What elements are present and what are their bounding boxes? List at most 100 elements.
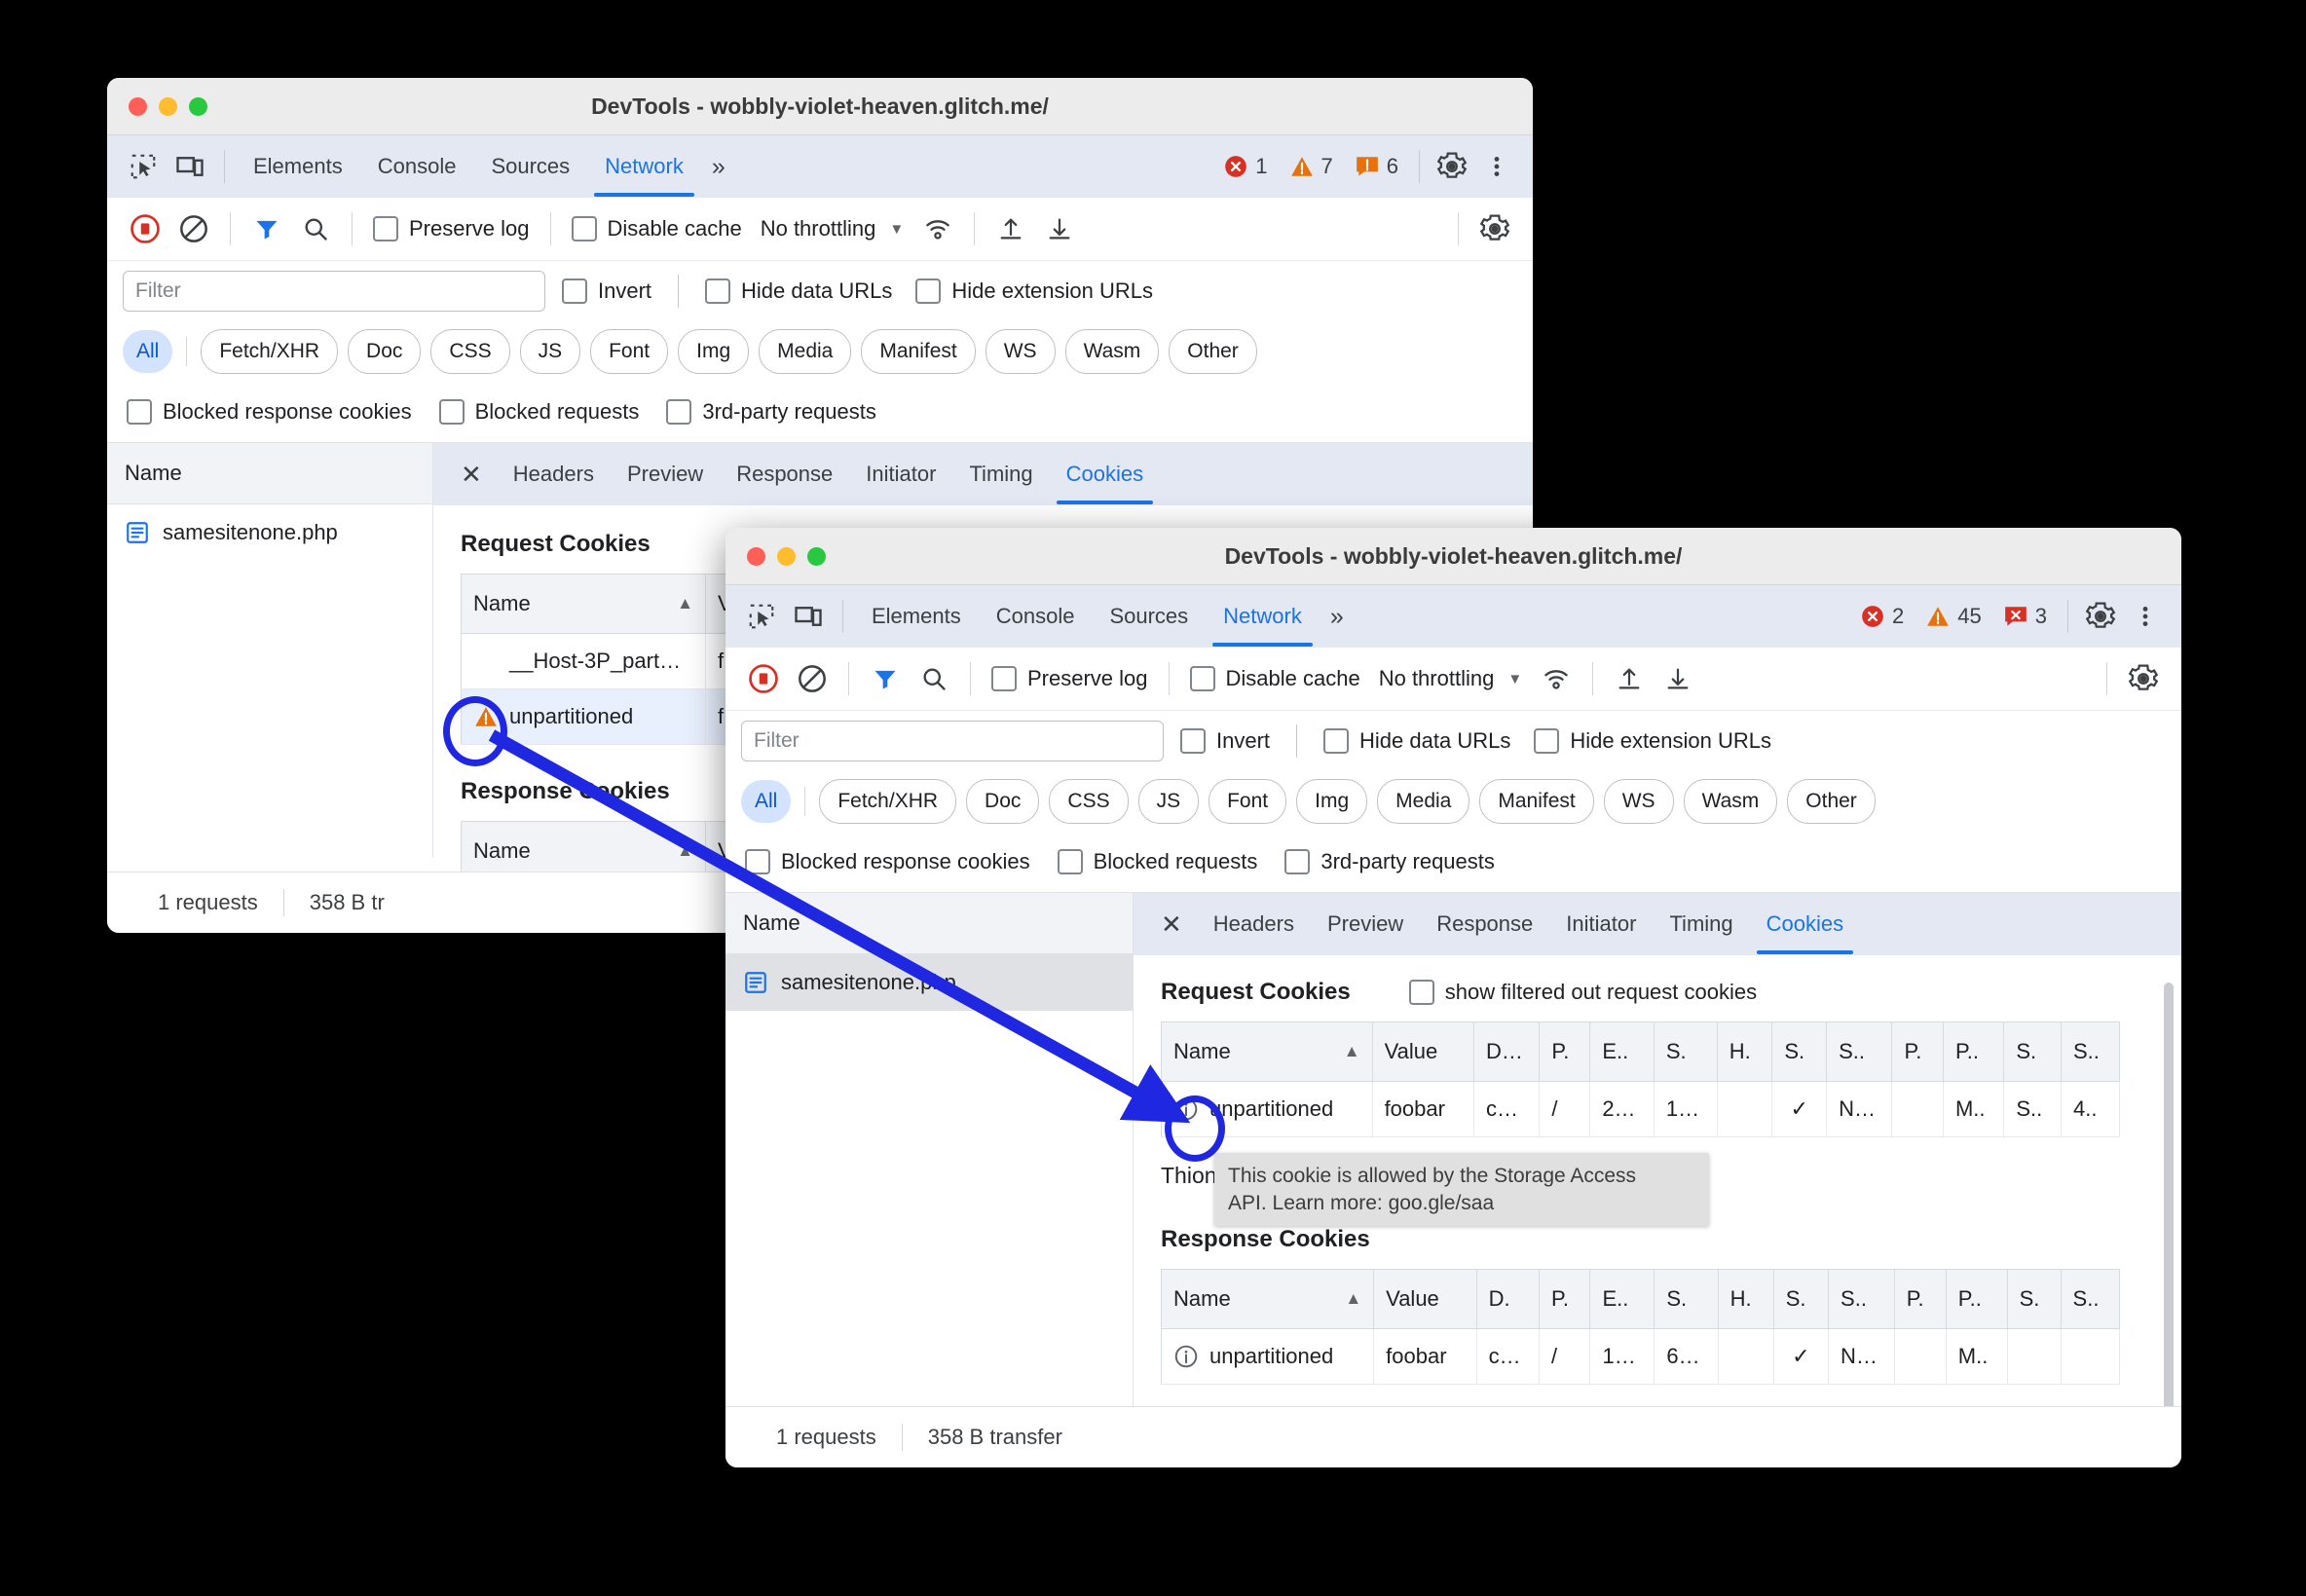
window2-traffic-lights[interactable]	[725, 546, 826, 566]
col-value-1[interactable]: Value	[1373, 1269, 1477, 1329]
network-conditions-icon[interactable]	[1534, 656, 1579, 701]
window2-devtools-tabbar[interactable]: Elements Console Sources Network » 2 45 …	[725, 585, 2181, 648]
detail-tab-initiator[interactable]: Initiator	[850, 444, 951, 504]
export-har-download-icon[interactable]	[1655, 656, 1700, 701]
checkbox-box[interactable]	[1284, 849, 1311, 874]
window2-extra-filters-row[interactable]: Blocked response cookies Blocked requests…	[725, 832, 2181, 893]
device-toolbar-icon[interactable]	[786, 594, 831, 639]
window2-network-toolbar[interactable]: Preserve log Disable cache No throttling…	[725, 648, 2181, 711]
col-s-8[interactable]: S..	[1828, 1269, 1895, 1329]
resource-type-chip-doc[interactable]: Doc	[348, 329, 422, 374]
inspect-element-icon[interactable]	[121, 144, 166, 189]
col-name[interactable]: Name ▲	[461, 574, 706, 634]
more-options-kebab-icon[interactable]	[1474, 144, 1519, 189]
detail-tab-headers[interactable]: Headers	[498, 444, 610, 504]
col-s-8[interactable]: S..	[1826, 1021, 1893, 1082]
more-tabs-chevron-icon[interactable]: »	[1320, 603, 1354, 631]
window1-resource-type-chips[interactable]: All Fetch/XHR Doc CSS JS Font Img Media Manifest…	[107, 321, 1533, 382]
col-p-10[interactable]: P..	[1943, 1021, 2005, 1082]
chevron-down-icon[interactable]: ▼	[889, 221, 904, 238]
import-har-upload-icon[interactable]	[988, 206, 1033, 251]
minimize-window-button[interactable]	[159, 96, 177, 116]
window1-filter-row[interactable]: Filter Invert Hide data URLs Hide extens…	[107, 261, 1533, 321]
col-s-12[interactable]: S..	[2061, 1269, 2121, 1329]
resource-type-chip-img[interactable]: Img	[678, 329, 750, 374]
table-row[interactable]: unpartitioned foobar c…/2… 1… ✓ N… M.. S.. 4..	[1161, 1081, 2121, 1137]
col-s-11[interactable]: S.	[2003, 1021, 2062, 1082]
hide-extension-urls-checkbox[interactable]: Hide extension URLs	[909, 278, 1160, 304]
window1-detail-tabs[interactable]: ✕ Headers Preview Response Initiator Timing Co…	[433, 443, 1533, 505]
device-toolbar-icon[interactable]	[167, 144, 212, 189]
issue-count-group[interactable]: 6	[1344, 154, 1409, 179]
resource-type-chip-fetch-xhr[interactable]: Fetch/XHR	[819, 779, 957, 824]
request-cookies-table[interactable]: Name ▲ Value D… P. E.. S. H. S. S.. P. P.. S. S.. unpa…	[1161, 1021, 2121, 1137]
chevron-down-icon[interactable]: ▼	[1507, 671, 1522, 687]
preserve-log-checkbox[interactable]: Preserve log	[985, 666, 1155, 691]
error-count-group[interactable]: 2	[1849, 604, 1915, 629]
table-row[interactable]: unpartitioned foobar c…/1… 6… ✓ N… M..	[1161, 1328, 2121, 1385]
col-s-5[interactable]: S.	[1654, 1021, 1718, 1082]
checkbox-box[interactable]	[991, 666, 1017, 691]
window1-traffic-lights[interactable]	[107, 96, 207, 116]
tab-sources[interactable]: Sources	[474, 136, 586, 197]
network-settings-gear-icon[interactable]	[1472, 206, 1517, 251]
warning-count-group[interactable]: 45	[1915, 604, 1991, 629]
col-p-10[interactable]: P..	[1946, 1269, 2008, 1329]
checkbox-box[interactable]	[1057, 849, 1083, 874]
request-list-header[interactable]: Name	[107, 443, 432, 504]
col-p-9[interactable]: P.	[1894, 1269, 1947, 1329]
resource-type-chip-other[interactable]: Other	[1787, 779, 1876, 824]
resource-type-chip-media[interactable]: Media	[1377, 779, 1470, 824]
request-row[interactable]: samesitenone.php	[107, 504, 432, 561]
resource-type-chip-js[interactable]: JS	[519, 329, 581, 374]
detail-tab-preview[interactable]: Preview	[612, 444, 719, 504]
filter-checkbox-blocked-response-cookies[interactable]: Blocked response cookies	[127, 399, 412, 425]
error-count-group[interactable]: 1	[1212, 154, 1278, 179]
response-cookies-table[interactable]: Name ▲ Value D. P. E.. S. H. S. S.. P. P.. S. S.. unpa…	[1161, 1268, 2121, 1385]
filter-checkbox-3rd-party-requests[interactable]: 3rd-party requests	[666, 399, 876, 425]
tab-network[interactable]: Network	[588, 136, 700, 197]
detail-tab-cookies[interactable]: Cookies	[1751, 894, 1859, 954]
resource-type-chip-other[interactable]: Other	[1169, 329, 1257, 374]
col-s-7[interactable]: S.	[1773, 1269, 1830, 1329]
more-tabs-chevron-icon[interactable]: »	[702, 153, 735, 181]
col-d-2[interactable]: D.	[1476, 1269, 1541, 1329]
col-p-3[interactable]: P.	[1539, 1021, 1591, 1082]
resource-type-chip-manifest[interactable]: Manifest	[861, 329, 976, 374]
checkbox-box[interactable]	[666, 399, 692, 425]
col-s-5[interactable]: S.	[1654, 1269, 1719, 1329]
resource-type-chip-all[interactable]: All	[741, 780, 792, 823]
tab-console[interactable]: Console	[361, 136, 473, 197]
filter-checkbox-blocked-requests[interactable]: Blocked requests	[438, 399, 639, 425]
resource-type-chip-font[interactable]: Font	[1209, 779, 1287, 824]
checkbox-box[interactable]	[1189, 666, 1215, 691]
col-p-3[interactable]: P.	[1539, 1269, 1591, 1329]
checkbox-box[interactable]	[1534, 728, 1560, 754]
maximize-window-button[interactable]	[189, 96, 207, 116]
detail-tab-cookies[interactable]: Cookies	[1051, 444, 1159, 504]
settings-gear-icon[interactable]	[2078, 594, 2123, 639]
col-s-11[interactable]: S.	[2007, 1269, 2062, 1329]
close-window-button[interactable]	[747, 546, 765, 566]
detail-scrollbar[interactable]	[2164, 983, 2174, 1440]
hide-data-urls-checkbox[interactable]: Hide data URLs	[1317, 728, 1517, 754]
filter-checkbox-blocked-requests[interactable]: Blocked requests	[1057, 849, 1257, 874]
tab-elements[interactable]: Elements	[855, 586, 978, 647]
detail-tab-preview[interactable]: Preview	[1312, 894, 1419, 954]
resource-type-chip-css[interactable]: CSS	[1049, 779, 1129, 824]
checkbox-box[interactable]	[373, 216, 398, 241]
resource-type-chip-ws[interactable]: WS	[1603, 779, 1674, 824]
col-name-0[interactable]: Name ▲	[1161, 1021, 1373, 1082]
disable-cache-checkbox[interactable]: Disable cache	[1183, 666, 1367, 691]
settings-gear-icon[interactable]	[1430, 144, 1474, 189]
throttling-select[interactable]: No throttling ▼	[753, 216, 911, 241]
window1-request-list[interactable]: Name samesitenone.php	[107, 443, 433, 858]
resource-type-chip-css[interactable]: CSS	[430, 329, 510, 374]
detail-tab-initiator[interactable]: Initiator	[1550, 894, 1652, 954]
checkbox-box[interactable]	[438, 399, 465, 425]
window1-network-toolbar[interactable]: Preserve log Disable cache No throttling…	[107, 198, 1533, 261]
resource-type-chip-media[interactable]: Media	[759, 329, 852, 374]
resource-type-chip-img[interactable]: Img	[1296, 779, 1368, 824]
detail-tab-timing[interactable]: Timing	[1654, 894, 1748, 954]
col-value-1[interactable]: Value	[1372, 1021, 1475, 1082]
